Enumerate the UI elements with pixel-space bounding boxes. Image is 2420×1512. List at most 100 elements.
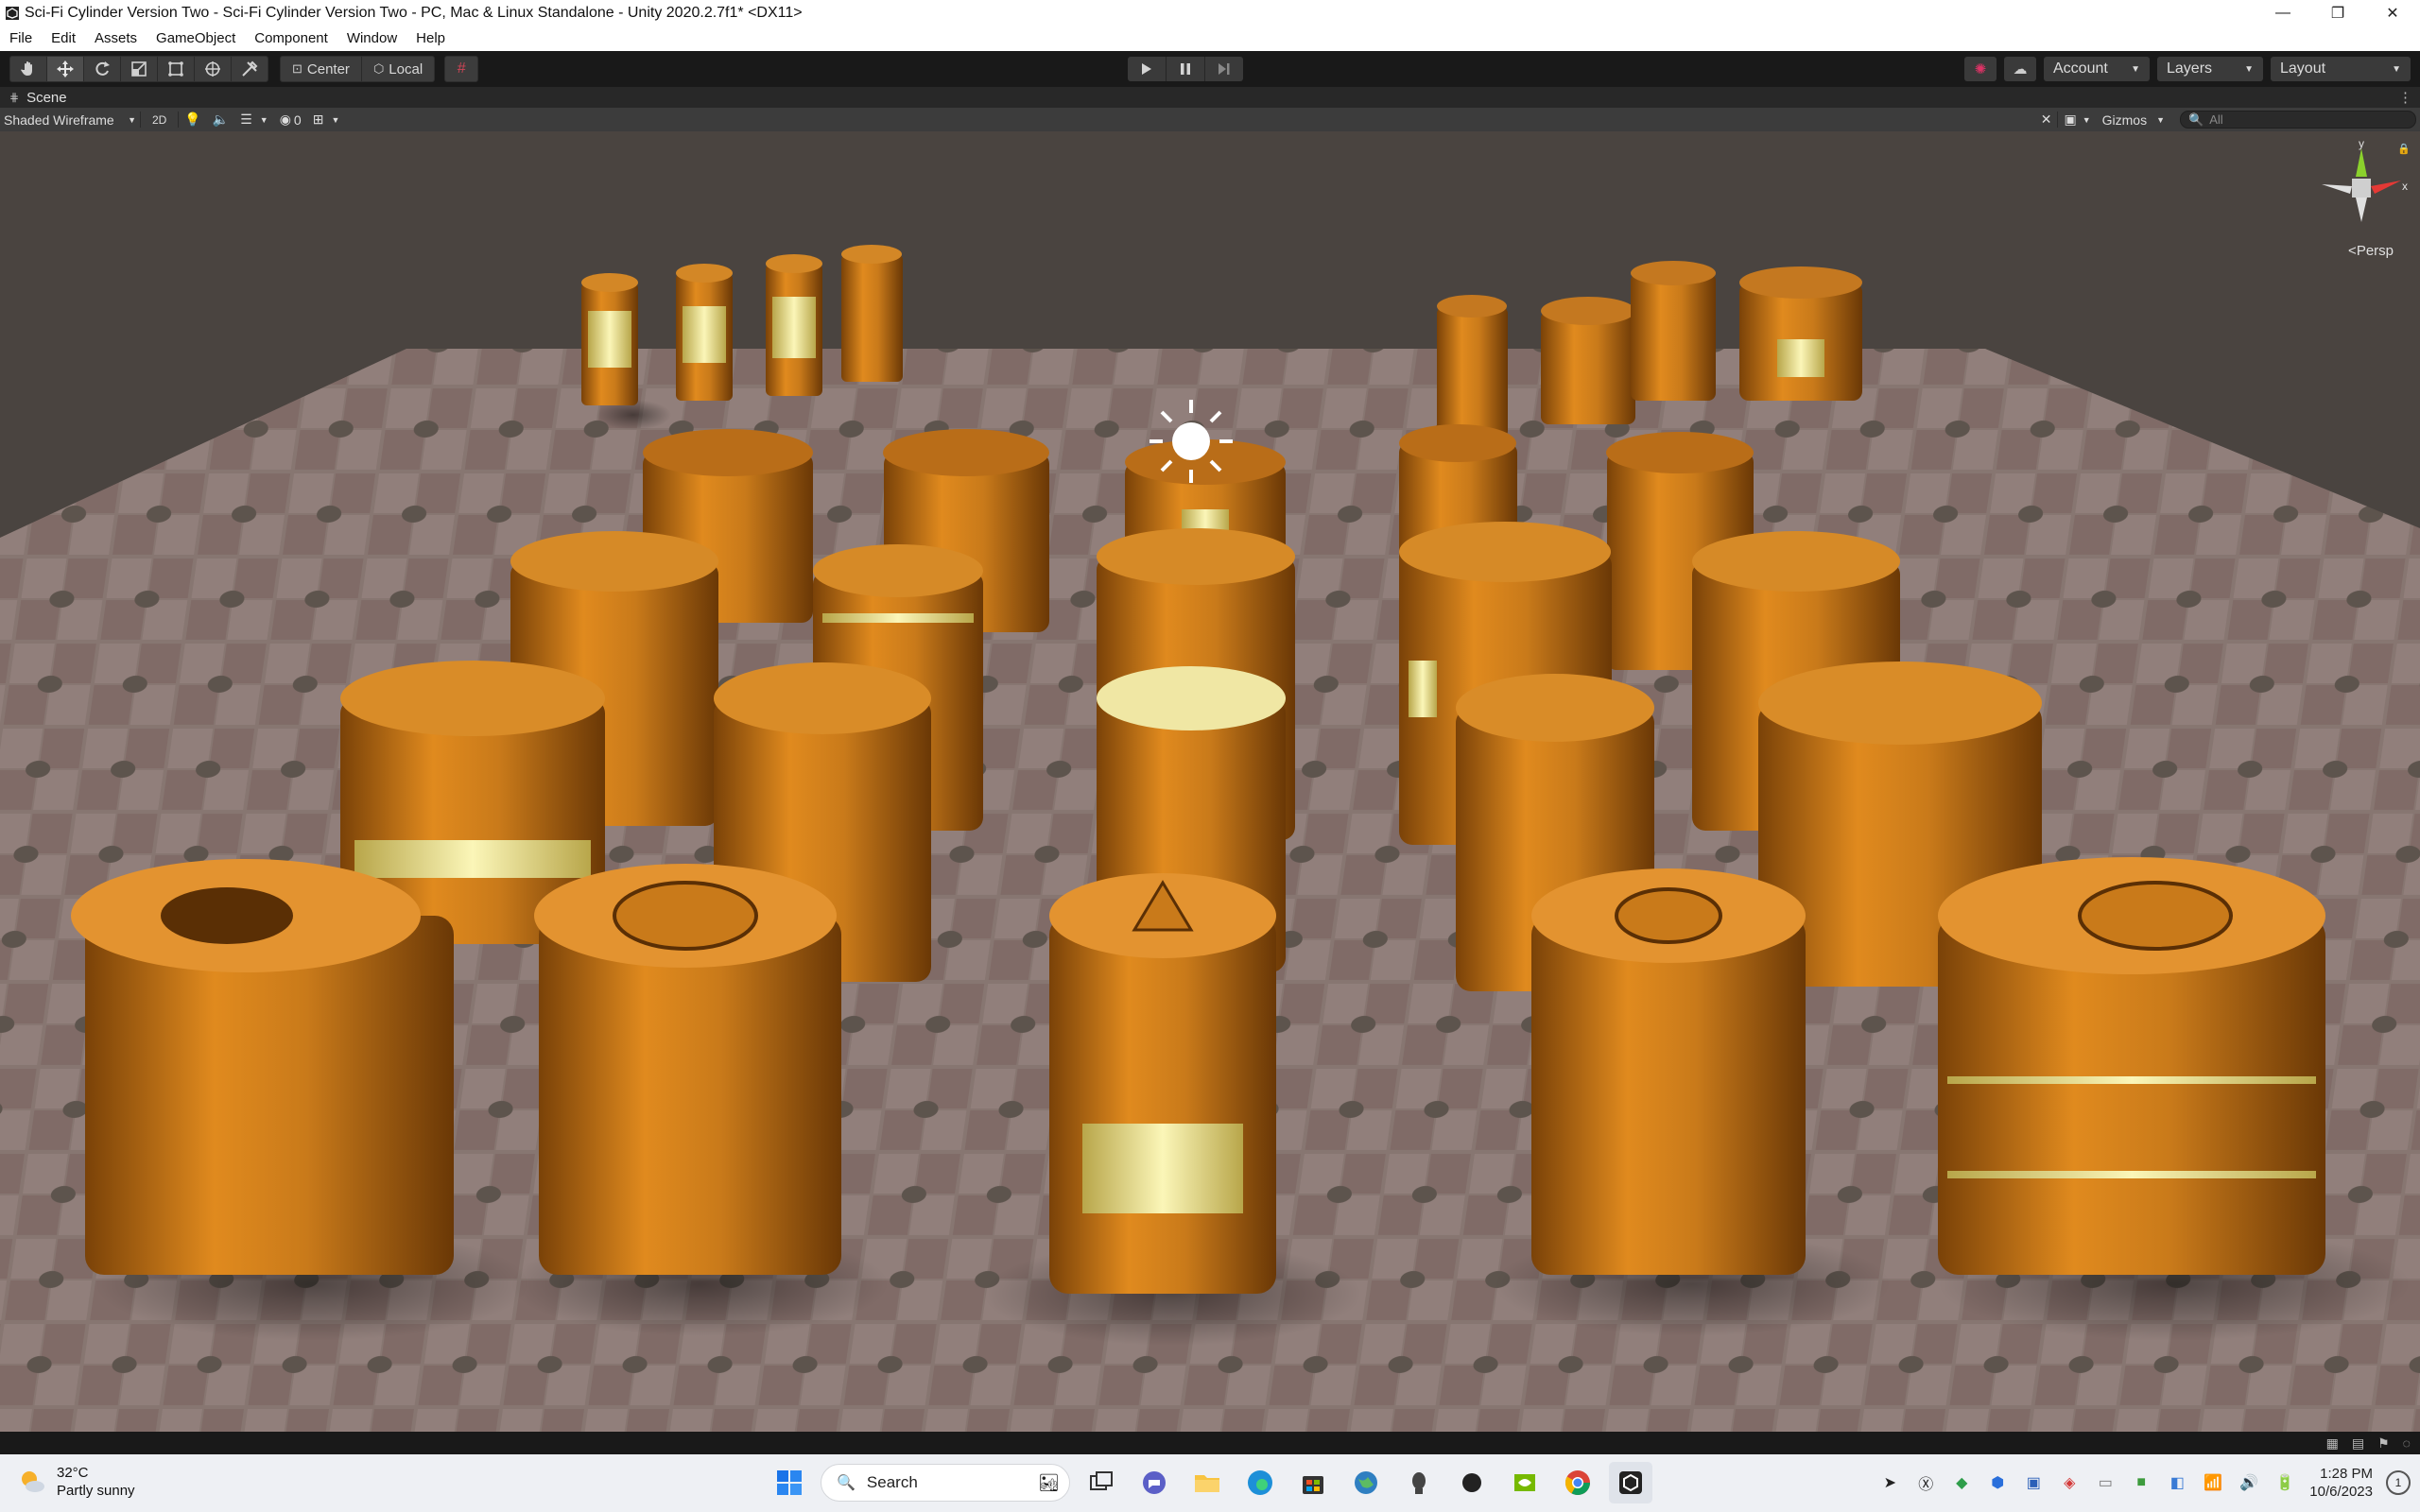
rect-tool-button[interactable] bbox=[158, 57, 195, 81]
main-toolbar: ⊡ Center ⬡ Local # ✺ ☁ Account ▼ Layers ▼ … bbox=[0, 51, 2420, 87]
audio-toggle[interactable]: 🔈 bbox=[207, 108, 234, 131]
debug-icon[interactable]: ⚑ bbox=[2377, 1435, 2390, 1452]
edge-button[interactable] bbox=[1238, 1462, 1282, 1503]
effects-dropdown[interactable]: ☰ ▼ bbox=[234, 108, 273, 131]
tab-scene[interactable]: ⋕ Scene bbox=[0, 87, 77, 108]
collab-status-icon[interactable]: ◌ bbox=[2403, 1435, 2411, 1451]
close-button[interactable]: ✕ bbox=[2365, 0, 2420, 26]
cylinder-model[interactable] bbox=[1541, 297, 1635, 424]
grid-snap-button[interactable]: # bbox=[444, 56, 479, 82]
neg-x-axis-cone[interactable] bbox=[2322, 184, 2352, 194]
clock[interactable]: 1:28 PM 10/6/2023 bbox=[2309, 1465, 2373, 1501]
app-button-2[interactable] bbox=[1450, 1462, 1494, 1503]
cylinder-model[interactable] bbox=[1739, 266, 1862, 401]
custom-tool-button[interactable] bbox=[232, 57, 268, 81]
app-tray-icon-green[interactable]: ◆ bbox=[1950, 1471, 1973, 1494]
move-icon bbox=[57, 60, 74, 77]
weather-desc: Partly sunny bbox=[57, 1483, 135, 1499]
nvidia-button[interactable] bbox=[1503, 1462, 1547, 1503]
cylinder-model[interactable] bbox=[1437, 295, 1508, 438]
alien-icon bbox=[1412, 1472, 1426, 1494]
app-button[interactable] bbox=[1397, 1462, 1441, 1503]
lighting-toggle[interactable]: 💡 bbox=[179, 108, 206, 131]
app-tray-icon-green-2[interactable]: ■ bbox=[2130, 1471, 2152, 1494]
taskbar-search[interactable]: 🔍 Search 🏜 bbox=[821, 1464, 1070, 1502]
start-button[interactable] bbox=[768, 1462, 811, 1503]
gizmos-dropdown[interactable]: Gizmos ▼ bbox=[2097, 108, 2170, 131]
unity-button[interactable] bbox=[1609, 1462, 1652, 1503]
app-tray-icon-blue[interactable]: ⬢ bbox=[1986, 1471, 2009, 1494]
cloud-button[interactable]: ☁ bbox=[2004, 57, 2036, 81]
lightbulb-icon: 💡 bbox=[184, 112, 201, 127]
menu-help[interactable]: Help bbox=[406, 30, 455, 46]
transform-tool-button[interactable] bbox=[195, 57, 232, 81]
file-explorer-button[interactable] bbox=[1185, 1462, 1229, 1503]
send-icon[interactable]: ➤ bbox=[1878, 1471, 1901, 1494]
tools-settings-button[interactable]: ✕ bbox=[2035, 108, 2058, 131]
store-button[interactable] bbox=[1291, 1462, 1335, 1503]
grid-visibility-dropdown[interactable]: ⊞ ▼ bbox=[307, 108, 346, 131]
app-tray-icon-office[interactable]: ▣ bbox=[2022, 1471, 2045, 1494]
menu-edit[interactable]: Edit bbox=[42, 30, 85, 46]
cylinder-model[interactable] bbox=[676, 264, 733, 401]
pivot-mode-toggle[interactable]: ⊡ Center bbox=[281, 57, 362, 81]
notification-badge[interactable]: 1 bbox=[2386, 1470, 2411, 1495]
task-view-button[interactable] bbox=[1080, 1462, 1123, 1503]
layout-dropdown[interactable]: Layout ▼ bbox=[2271, 57, 2411, 81]
pivot-rotation-toggle[interactable]: ⬡ Local bbox=[362, 57, 434, 81]
menu-gameobject[interactable]: GameObject bbox=[147, 30, 245, 46]
volume-icon[interactable]: 🔊 bbox=[2238, 1471, 2260, 1494]
layers-dropdown[interactable]: Layers ▼ bbox=[2157, 57, 2263, 81]
gizmo-center-cube[interactable] bbox=[2352, 179, 2371, 198]
teams-chat-button[interactable] bbox=[1132, 1462, 1176, 1503]
bake-icon[interactable]: ▤ bbox=[2352, 1435, 2364, 1452]
crossed-tools-icon: ✕ bbox=[2040, 112, 2052, 127]
hand-tool-button[interactable] bbox=[10, 57, 47, 81]
account-dropdown[interactable]: Account ▼ bbox=[2044, 57, 2150, 81]
cylinder-model[interactable] bbox=[766, 254, 822, 396]
cylinder-model[interactable] bbox=[1631, 261, 1716, 401]
app-tray-icon-red[interactable]: ◈ bbox=[2058, 1471, 2081, 1494]
scene-visibility-toggle[interactable]: ◉ 0 bbox=[274, 108, 307, 131]
rotate-tool-button[interactable] bbox=[84, 57, 121, 81]
hierarchy-search-input[interactable]: 🔍 All bbox=[2180, 111, 2416, 129]
scene-viewport[interactable]: y x 🔒 <Persp bbox=[0, 131, 2420, 1432]
orientation-gizmo[interactable]: y x 🔒 bbox=[2314, 139, 2409, 252]
app-tray-icon-blue-2[interactable]: ◧ bbox=[2166, 1471, 2188, 1494]
menu-component[interactable]: Component bbox=[245, 30, 337, 46]
chevron-down-icon: ▼ bbox=[2131, 63, 2140, 75]
menu-window[interactable]: Window bbox=[337, 30, 406, 46]
camera-settings-dropdown[interactable]: ▣ ▼ bbox=[2058, 108, 2096, 131]
xbox-icon[interactable]: Ⓧ bbox=[1914, 1471, 1937, 1494]
rotate-icon bbox=[95, 61, 110, 76]
battery-icon[interactable]: 🔋 bbox=[2273, 1471, 2296, 1494]
minimize-button[interactable]: — bbox=[2256, 0, 2310, 26]
maximize-button[interactable]: ❐ bbox=[2310, 0, 2365, 26]
scene-render bbox=[0, 131, 2420, 1432]
pause-button[interactable] bbox=[1167, 57, 1205, 81]
progress-icon[interactable]: ▦ bbox=[2326, 1435, 2339, 1452]
cylinder-model[interactable] bbox=[841, 245, 903, 382]
y-axis-cone[interactable] bbox=[2356, 148, 2367, 177]
browser-button[interactable] bbox=[1344, 1462, 1388, 1503]
chrome-button[interactable] bbox=[1556, 1462, 1599, 1503]
neg-y-axis-cone[interactable] bbox=[2356, 198, 2367, 222]
directional-light-icon[interactable] bbox=[1146, 396, 1236, 487]
move-tool-button[interactable] bbox=[47, 57, 84, 81]
cylinder-model[interactable] bbox=[510, 864, 889, 1336]
menu-assets[interactable]: Assets bbox=[85, 30, 147, 46]
scale-tool-button[interactable] bbox=[121, 57, 158, 81]
wifi-icon[interactable]: 📶 bbox=[2202, 1471, 2224, 1494]
play-button[interactable] bbox=[1128, 57, 1167, 81]
lock-icon[interactable]: 🔒 bbox=[2397, 143, 2409, 155]
x-axis-cone[interactable] bbox=[2371, 180, 2401, 194]
projection-toggle[interactable]: <Persp bbox=[2348, 243, 2394, 259]
tab-menu-icon[interactable]: ⋮ bbox=[2398, 89, 2412, 106]
app-tray-icon-gray[interactable]: ▭ bbox=[2094, 1471, 2117, 1494]
menu-file[interactable]: File bbox=[0, 30, 42, 46]
collab-button[interactable]: ✺ bbox=[1964, 57, 1996, 81]
2d-toggle[interactable]: 2D bbox=[141, 108, 178, 131]
step-button[interactable] bbox=[1205, 57, 1243, 81]
weather-widget[interactable]: 32°C Partly sunny bbox=[17, 1464, 135, 1500]
draw-mode-dropdown[interactable]: Shaded Wireframe ▼ bbox=[0, 108, 140, 131]
